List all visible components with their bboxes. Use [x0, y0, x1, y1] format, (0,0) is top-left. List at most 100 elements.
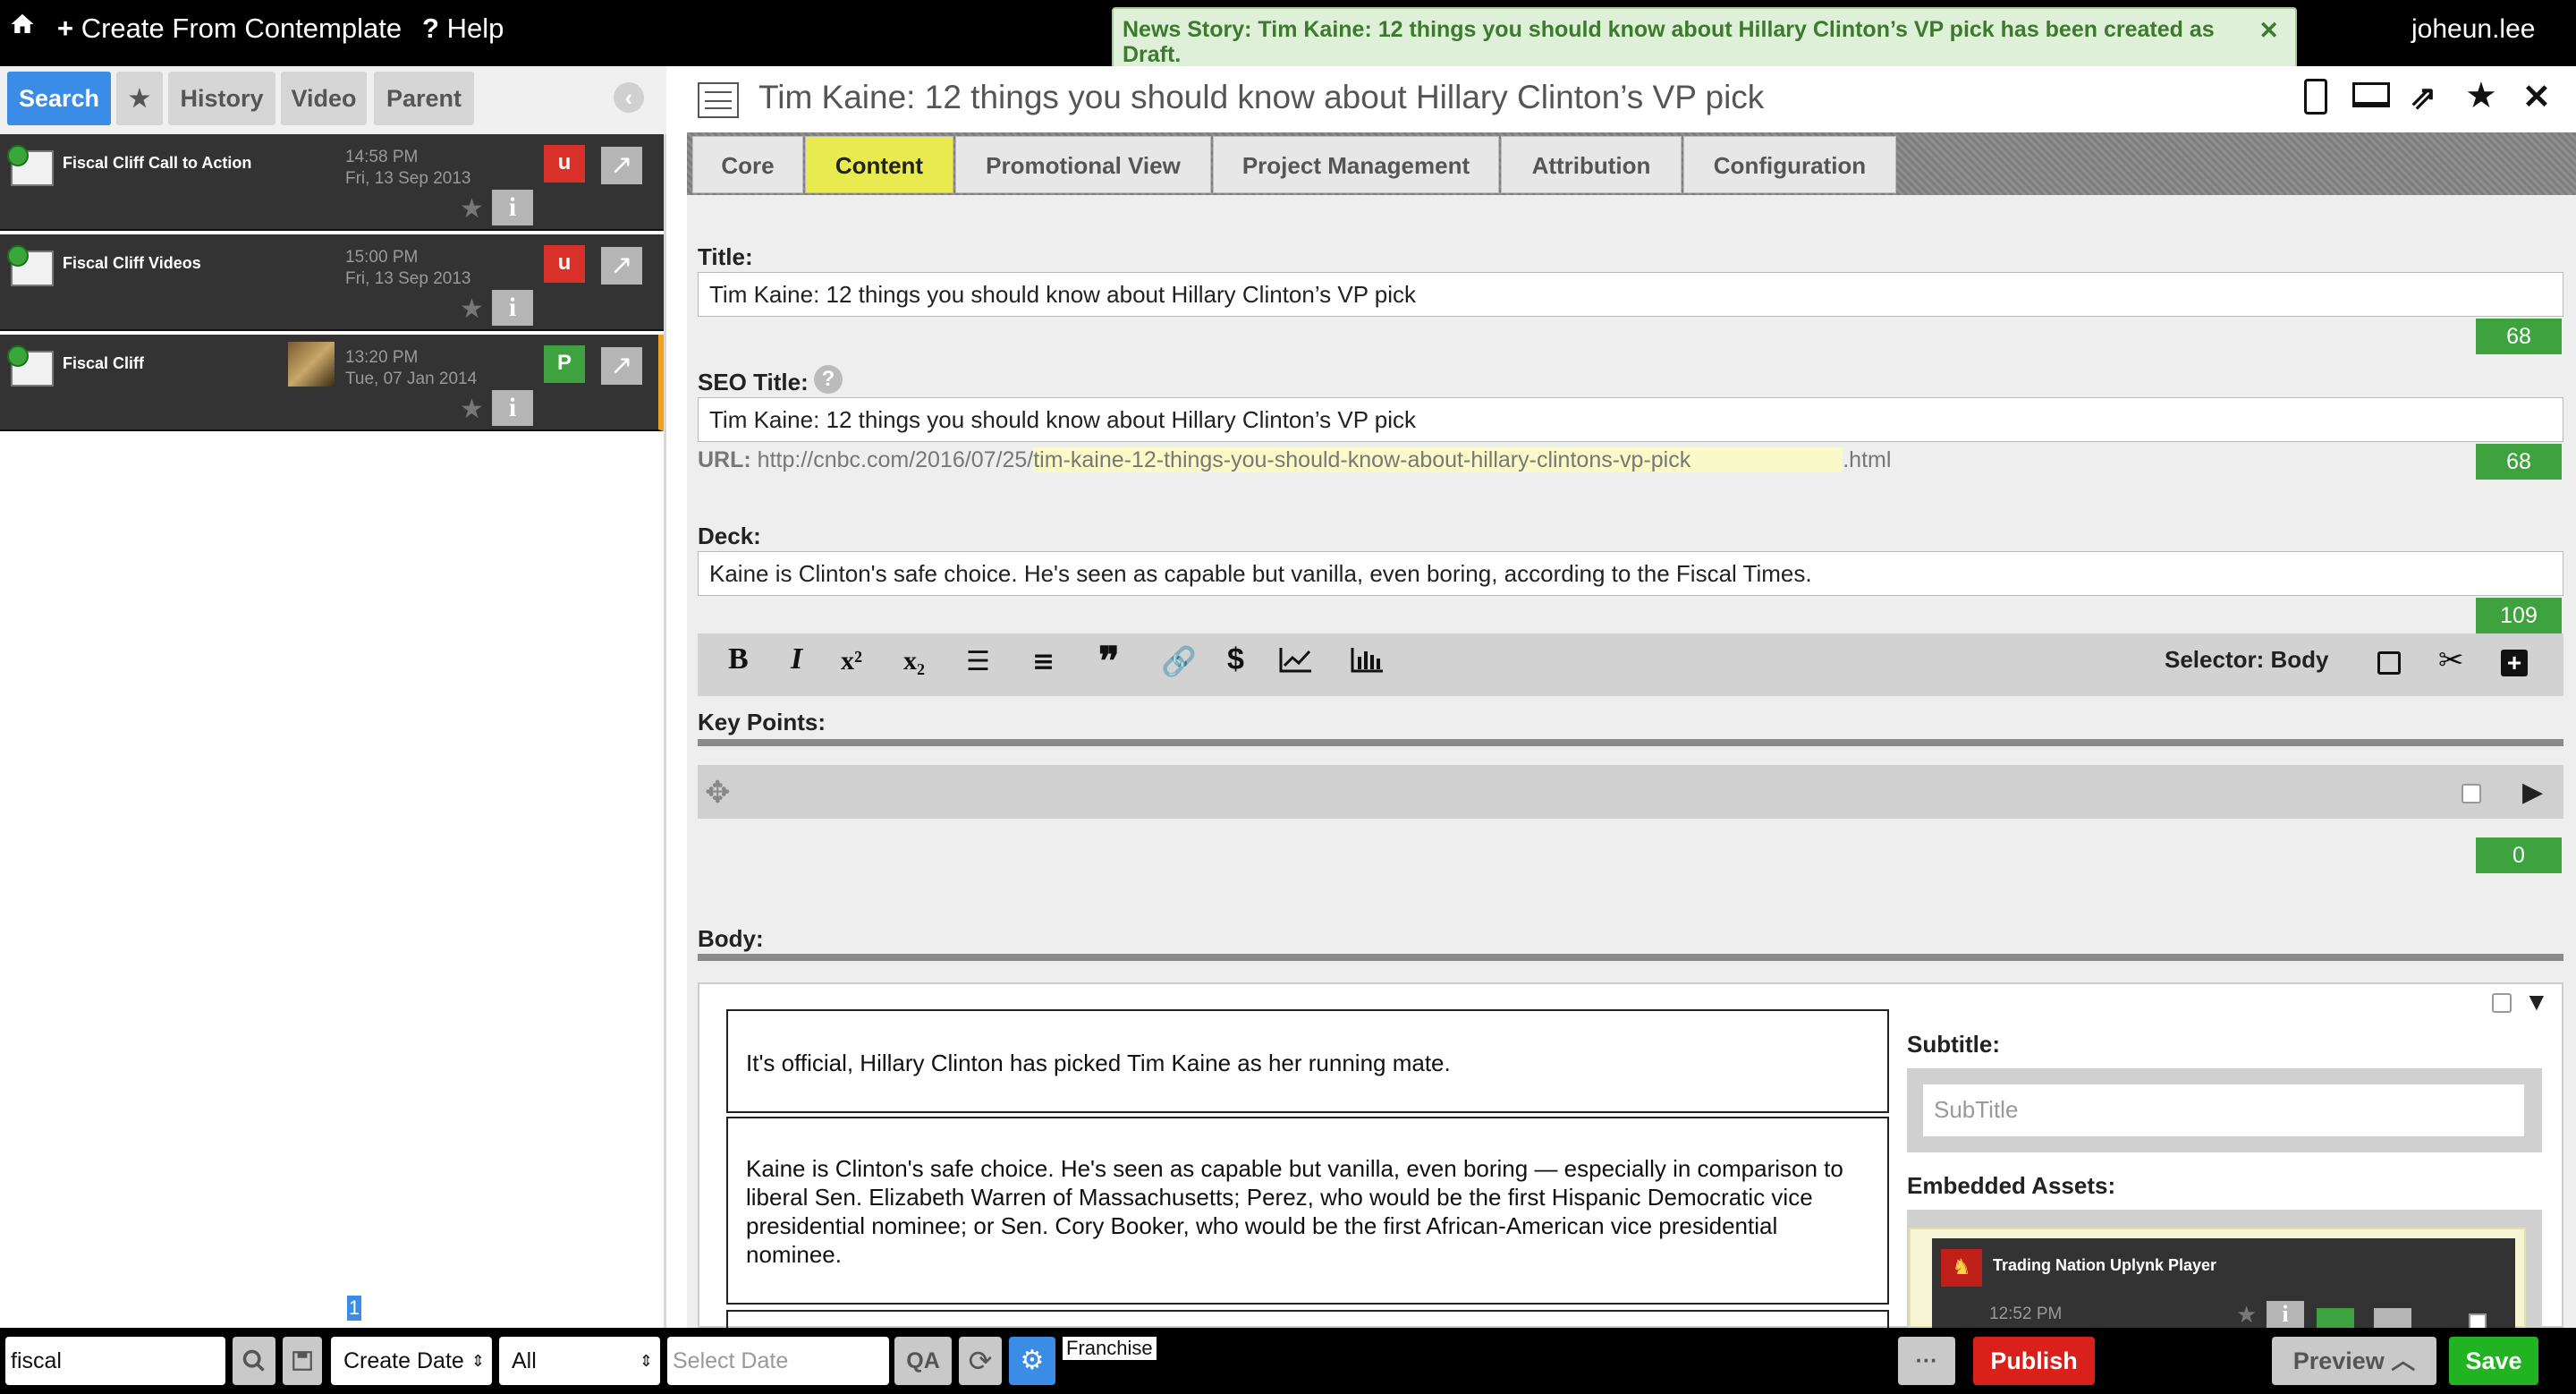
preview-button[interactable]: Preview ︿ — [2272, 1337, 2436, 1385]
info-icon[interactable]: i — [492, 290, 533, 326]
open-arrow-icon[interactable]: ↗ — [601, 247, 642, 285]
star-icon[interactable]: ★ — [460, 193, 484, 225]
status-badge: P — [544, 345, 585, 383]
info-icon[interactable]: i — [492, 390, 533, 426]
tab-favorites[interactable]: ★ — [116, 72, 163, 125]
result-title[interactable]: Fiscal Cliff — [63, 354, 144, 373]
body-paragraph[interactable]: Kaine is Clinton's safe choice. He's see… — [726, 1117, 1889, 1305]
tab-promotional-view[interactable]: Promotional View — [955, 136, 1211, 193]
fullscreen-icon[interactable] — [2377, 651, 2401, 675]
info-icon[interactable]: i — [492, 190, 533, 225]
tab-attribution[interactable]: Attribution — [1501, 136, 1682, 193]
subtitle-input[interactable]: SubTitle — [1923, 1084, 2524, 1136]
asset-open-icon[interactable] — [2374, 1308, 2411, 1328]
star-icon[interactable]: ★ — [460, 293, 484, 325]
help-icon[interactable]: ? — [814, 365, 843, 394]
seo-title-input[interactable]: Tim Kaine: 12 things you should know abo… — [698, 397, 2563, 442]
open-arrow-icon[interactable]: ↗ — [601, 347, 642, 385]
asset-info-icon[interactable]: i — [2267, 1301, 2304, 1328]
tab-video[interactable]: Video — [281, 72, 367, 125]
mobile-preview-icon[interactable] — [2304, 79, 2327, 115]
body-checkbox[interactable] — [2492, 993, 2512, 1013]
subscript-icon[interactable]: x₂ — [903, 646, 925, 676]
subtitle-label: Subtitle: — [1907, 1031, 2000, 1058]
collapse-panel-icon[interactable]: ‹ — [614, 82, 644, 113]
dollar-icon[interactable]: $ — [1227, 642, 1244, 677]
deck-input[interactable]: Kaine is Clinton's safe choice. He's see… — [698, 551, 2563, 596]
search-result-item-selected[interactable]: Fiscal Cliff 13:20 PM Tue, 07 Jan 2014 P … — [0, 335, 664, 431]
result-title[interactable]: Fiscal Cliff Videos — [63, 254, 201, 273]
close-notification-icon[interactable]: ✕ — [2258, 18, 2279, 43]
unordered-list-icon[interactable]: ≡ — [1032, 646, 1055, 677]
ordered-list-icon[interactable]: ☰ — [966, 646, 990, 677]
chevron-up-icon: ︿ — [2391, 1347, 2416, 1374]
star-icon[interactable]: ★ — [460, 394, 484, 425]
menu-icon[interactable] — [698, 82, 739, 118]
home-icon[interactable] — [9, 11, 36, 45]
document-title: Tim Kaine: 12 things you should know abo… — [758, 79, 1765, 115]
favorite-star-icon[interactable]: ★ — [2465, 75, 2497, 116]
tab-parent[interactable]: Parent — [374, 72, 474, 125]
blockquote-icon[interactable]: ❞ — [1098, 639, 1120, 684]
body-divider — [698, 954, 2563, 961]
qa-search-icon[interactable]: QA — [894, 1337, 952, 1385]
body-label: Body: — [698, 925, 764, 952]
content-type-icon — [7, 345, 54, 387]
tab-core[interactable]: Core — [692, 136, 803, 193]
tab-configuration[interactable]: Configuration — [1683, 136, 1896, 193]
search-input[interactable]: fiscal — [5, 1337, 225, 1385]
status-badge: u — [544, 145, 585, 183]
deck-char-count: 109 — [2476, 598, 2562, 633]
drag-handle-icon[interactable]: ✥ — [705, 775, 731, 811]
tab-search[interactable]: Search — [7, 72, 111, 125]
body-paragraph[interactable]: It's official, Hillary Clinton has picke… — [726, 1009, 1889, 1113]
date-input[interactable]: Select Date — [667, 1337, 889, 1385]
more-button[interactable]: ··· — [1898, 1337, 1955, 1385]
close-editor-icon[interactable]: ✕ — [2522, 77, 2551, 117]
username[interactable]: joheun.lee — [2411, 14, 2535, 45]
result-title[interactable]: Fiscal Cliff Call to Action — [63, 154, 251, 173]
create-button[interactable]: + Create From Contemplate — [57, 13, 402, 45]
tab-content[interactable]: Content — [805, 136, 953, 193]
bar-chart-icon[interactable] — [1351, 646, 1385, 681]
search-icon[interactable] — [233, 1337, 275, 1385]
seo-title-label: SEO Title: — [698, 369, 809, 395]
title-input[interactable]: Tim Kaine: 12 things you should know abo… — [698, 272, 2563, 317]
asset-checkbox[interactable] — [2469, 1313, 2487, 1328]
save-button[interactable]: Save — [2449, 1337, 2538, 1385]
desktop-preview-icon[interactable] — [2352, 82, 2390, 107]
franchise-label[interactable]: Franchise — [1063, 1337, 1157, 1360]
scissors-icon[interactable]: ✂ — [2438, 642, 2464, 678]
search-result-item[interactable]: Fiscal Cliff Call to Action 14:58 PM Fri,… — [0, 134, 664, 231]
publish-button[interactable]: Publish — [1973, 1337, 2095, 1385]
superscript-icon[interactable]: x² — [841, 646, 862, 676]
preview-label: Preview — [2292, 1347, 2385, 1374]
refresh-icon[interactable]: ⟳ — [959, 1337, 1002, 1385]
search-result-item[interactable]: Fiscal Cliff Videos 15:00 PM Fri, 13 Sep … — [0, 234, 664, 331]
bold-icon[interactable]: B — [728, 642, 749, 676]
add-block-icon[interactable]: + — [2501, 650, 2528, 676]
italic-icon[interactable]: I — [791, 642, 802, 676]
url-slug-input[interactable]: tim-kaine-12-things-you-should-know-abou… — [1033, 447, 1843, 472]
filter-select[interactable]: All ⇕ — [499, 1337, 660, 1385]
key-points-label: Key Points: — [698, 709, 826, 735]
line-chart-icon[interactable] — [1279, 646, 1313, 681]
expand-arrow-icon[interactable]: ▶ — [2522, 777, 2543, 808]
asset-star-icon[interactable]: ★ — [2236, 1301, 2257, 1329]
page-number[interactable]: 1 — [347, 1296, 361, 1321]
link-icon[interactable]: 🔗 — [1161, 644, 1197, 678]
help-button[interactable]: ? Help — [422, 13, 504, 45]
tab-project-management[interactable]: Project Management — [1213, 136, 1499, 193]
settings-icon[interactable]: ⚙ — [1009, 1337, 1055, 1385]
save-search-icon[interactable] — [283, 1337, 322, 1385]
asset-title[interactable]: Trading Nation Uplynk Player — [1993, 1256, 2216, 1275]
draft-notification: News Story: Tim Kaine: 12 things you sho… — [1112, 7, 2297, 75]
open-arrow-icon[interactable]: ↗ — [601, 147, 642, 184]
body-paragraph[interactable] — [726, 1310, 1889, 1328]
key-point-checkbox[interactable] — [2462, 784, 2481, 803]
key-points-divider — [698, 739, 2563, 746]
collapse-arrow-icon[interactable]: ▼ — [2524, 988, 2549, 1016]
tab-history[interactable]: History — [168, 72, 275, 125]
sort-select[interactable]: Create Date ⇕ — [331, 1337, 492, 1385]
open-external-icon[interactable]: ⇗ — [2410, 79, 2436, 116]
